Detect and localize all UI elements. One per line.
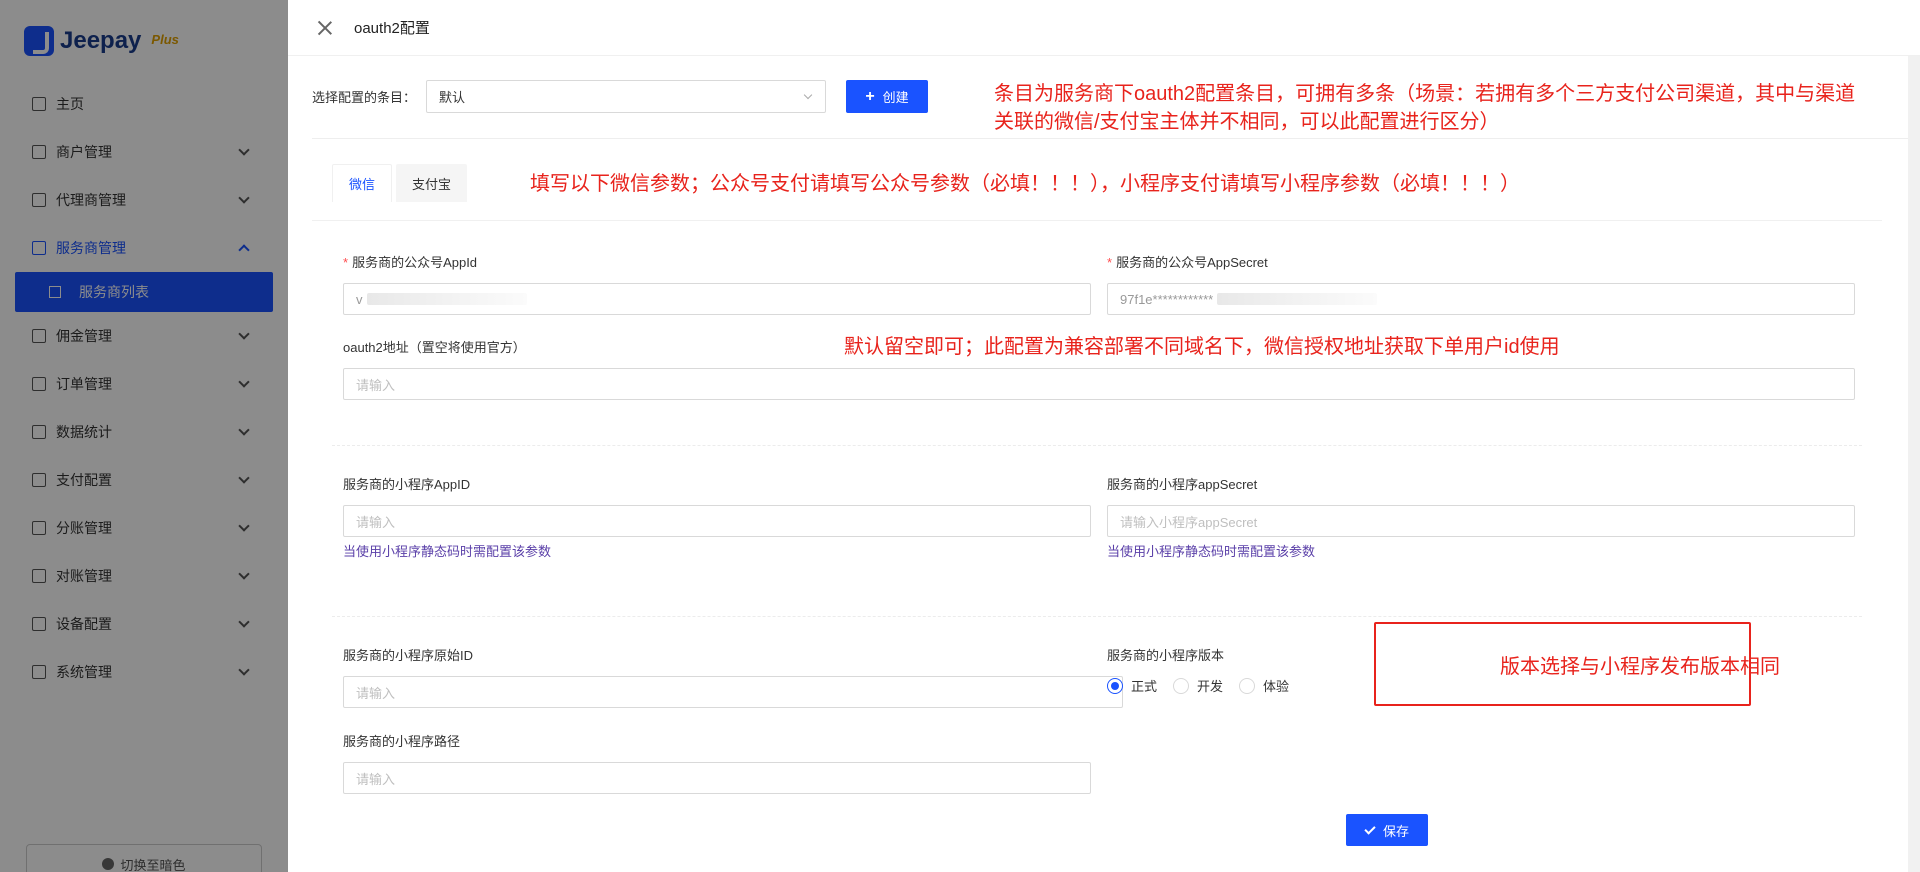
annotation-entry: 条目为服务商下oauth2配置条目，可拥有多条（场景：若拥有多个三方支付公司渠道… bbox=[994, 80, 1855, 136]
mp-appid-input[interactable]: v bbox=[343, 283, 1091, 315]
create-button-label: 创建 bbox=[882, 90, 909, 105]
oauth2-url-input[interactable]: 请输入 bbox=[343, 368, 1855, 400]
section-divider bbox=[332, 616, 1862, 617]
close-icon[interactable] bbox=[318, 21, 332, 35]
annotation-oauth2-url: 默认留空即可；此配置为兼容部署不同域名下，微信授权地址获取下单用户id使用 bbox=[844, 336, 1560, 358]
mini-path-input[interactable]: 请输入 bbox=[343, 762, 1091, 794]
save-button[interactable]: 保存 bbox=[1346, 814, 1428, 846]
field-mini-origin-id: 服务商的小程序原始ID 请输入 bbox=[343, 645, 1123, 708]
radio-trial[interactable]: 体验 bbox=[1239, 676, 1289, 695]
tab-alipay[interactable]: 支付宝 bbox=[396, 164, 468, 202]
drawer-scrollbar[interactable] bbox=[1908, 56, 1920, 872]
create-button[interactable]: + 创建 bbox=[846, 80, 929, 113]
mp-appid-value: v bbox=[356, 291, 363, 307]
annotation-wechat-params: 填写以下微信参数；公众号支付请填写公众号参数（必填！！！），小程序支付请填写小程… bbox=[530, 173, 1520, 195]
mp-secret-input[interactable]: 97f1e************ bbox=[1107, 283, 1855, 315]
config-entry-label: 选择配置的条目： bbox=[312, 90, 417, 105]
config-entry-row: 选择配置的条目： 默认 + 创建 bbox=[312, 80, 929, 113]
mp-secret-label: 服务商的公众号AppSecret bbox=[1116, 255, 1268, 270]
radio-checked-icon bbox=[1107, 677, 1123, 694]
mini-appid-input[interactable]: 请输入 bbox=[343, 505, 1091, 537]
drawer-title: oauth2配置 bbox=[354, 20, 430, 37]
mini-origin-id-label: 服务商的小程序原始ID bbox=[343, 648, 474, 663]
radio-unchecked-icon bbox=[1173, 677, 1190, 694]
radio-trial-label: 体验 bbox=[1263, 679, 1290, 694]
required-mark: * bbox=[343, 255, 349, 270]
mini-path-label: 服务商的小程序路径 bbox=[343, 734, 461, 749]
divider bbox=[312, 138, 1912, 139]
save-button-label: 保存 bbox=[1382, 823, 1409, 839]
field-mini-appid: 服务商的小程序AppID 请输入 当使用小程序静态码时需配置该参数 bbox=[343, 474, 1091, 560]
mini-secret-input[interactable]: 请输入小程序appSecret bbox=[1107, 505, 1855, 537]
mini-appid-hint: 当使用小程序静态码时需配置该参数 bbox=[343, 544, 552, 559]
plus-icon: + bbox=[865, 87, 875, 105]
config-entry-value: 默认 bbox=[439, 90, 466, 105]
radio-develop[interactable]: 开发 bbox=[1173, 676, 1223, 695]
config-entry-select[interactable]: 默认 bbox=[426, 80, 827, 113]
annotation-mini-version: 版本选择与小程序发布版本相同 bbox=[1500, 656, 1780, 678]
field-mp-secret: * 服务商的公众号AppSecret 97f1e************ bbox=[1107, 252, 1855, 315]
annotation-entry-line2: 关联的微信/支付宝主体并不相同，可以此配置进行区分） bbox=[994, 111, 1500, 133]
radio-release[interactable]: 正式 bbox=[1107, 676, 1157, 695]
redacted-blur bbox=[366, 293, 527, 305]
chevron-down-icon bbox=[803, 90, 813, 100]
mini-secret-label: 服务商的小程序appSecret bbox=[1107, 477, 1258, 492]
tab-wechat[interactable]: 微信 bbox=[332, 164, 393, 202]
check-icon bbox=[1364, 822, 1376, 835]
field-mini-secret: 服务商的小程序appSecret 请输入小程序appSecret 当使用小程序静… bbox=[1107, 474, 1855, 560]
mp-secret-value: 97f1e************ bbox=[1120, 291, 1214, 307]
section-divider bbox=[332, 445, 1862, 446]
radio-develop-label: 开发 bbox=[1197, 679, 1224, 694]
redacted-blur bbox=[1217, 293, 1378, 305]
mini-appid-label: 服务商的小程序AppID bbox=[343, 477, 471, 492]
radio-release-label: 正式 bbox=[1131, 679, 1158, 694]
mp-appid-label: 服务商的公众号AppId bbox=[352, 255, 478, 270]
field-mp-appid: * 服务商的公众号AppId v bbox=[343, 252, 1091, 315]
mini-origin-id-input[interactable]: 请输入 bbox=[343, 676, 1123, 708]
radio-unchecked-icon bbox=[1239, 677, 1256, 694]
drawer-header: oauth2配置 bbox=[288, 0, 1920, 56]
required-mark: * bbox=[1107, 255, 1113, 270]
annotation-entry-line1: 条目为服务商下oauth2配置条目，可拥有多条（场景：若拥有多个三方支付公司渠道… bbox=[994, 83, 1856, 105]
channel-tabs: 微信 支付宝 bbox=[332, 164, 471, 202]
mini-secret-hint: 当使用小程序静态码时需配置该参数 bbox=[1107, 544, 1316, 559]
oauth2-config-drawer: oauth2配置 选择配置的条目： 默认 + 创建 条目为服务商下oauth2配… bbox=[288, 0, 1920, 872]
field-mini-path: 服务商的小程序路径 请输入 bbox=[343, 731, 1091, 794]
